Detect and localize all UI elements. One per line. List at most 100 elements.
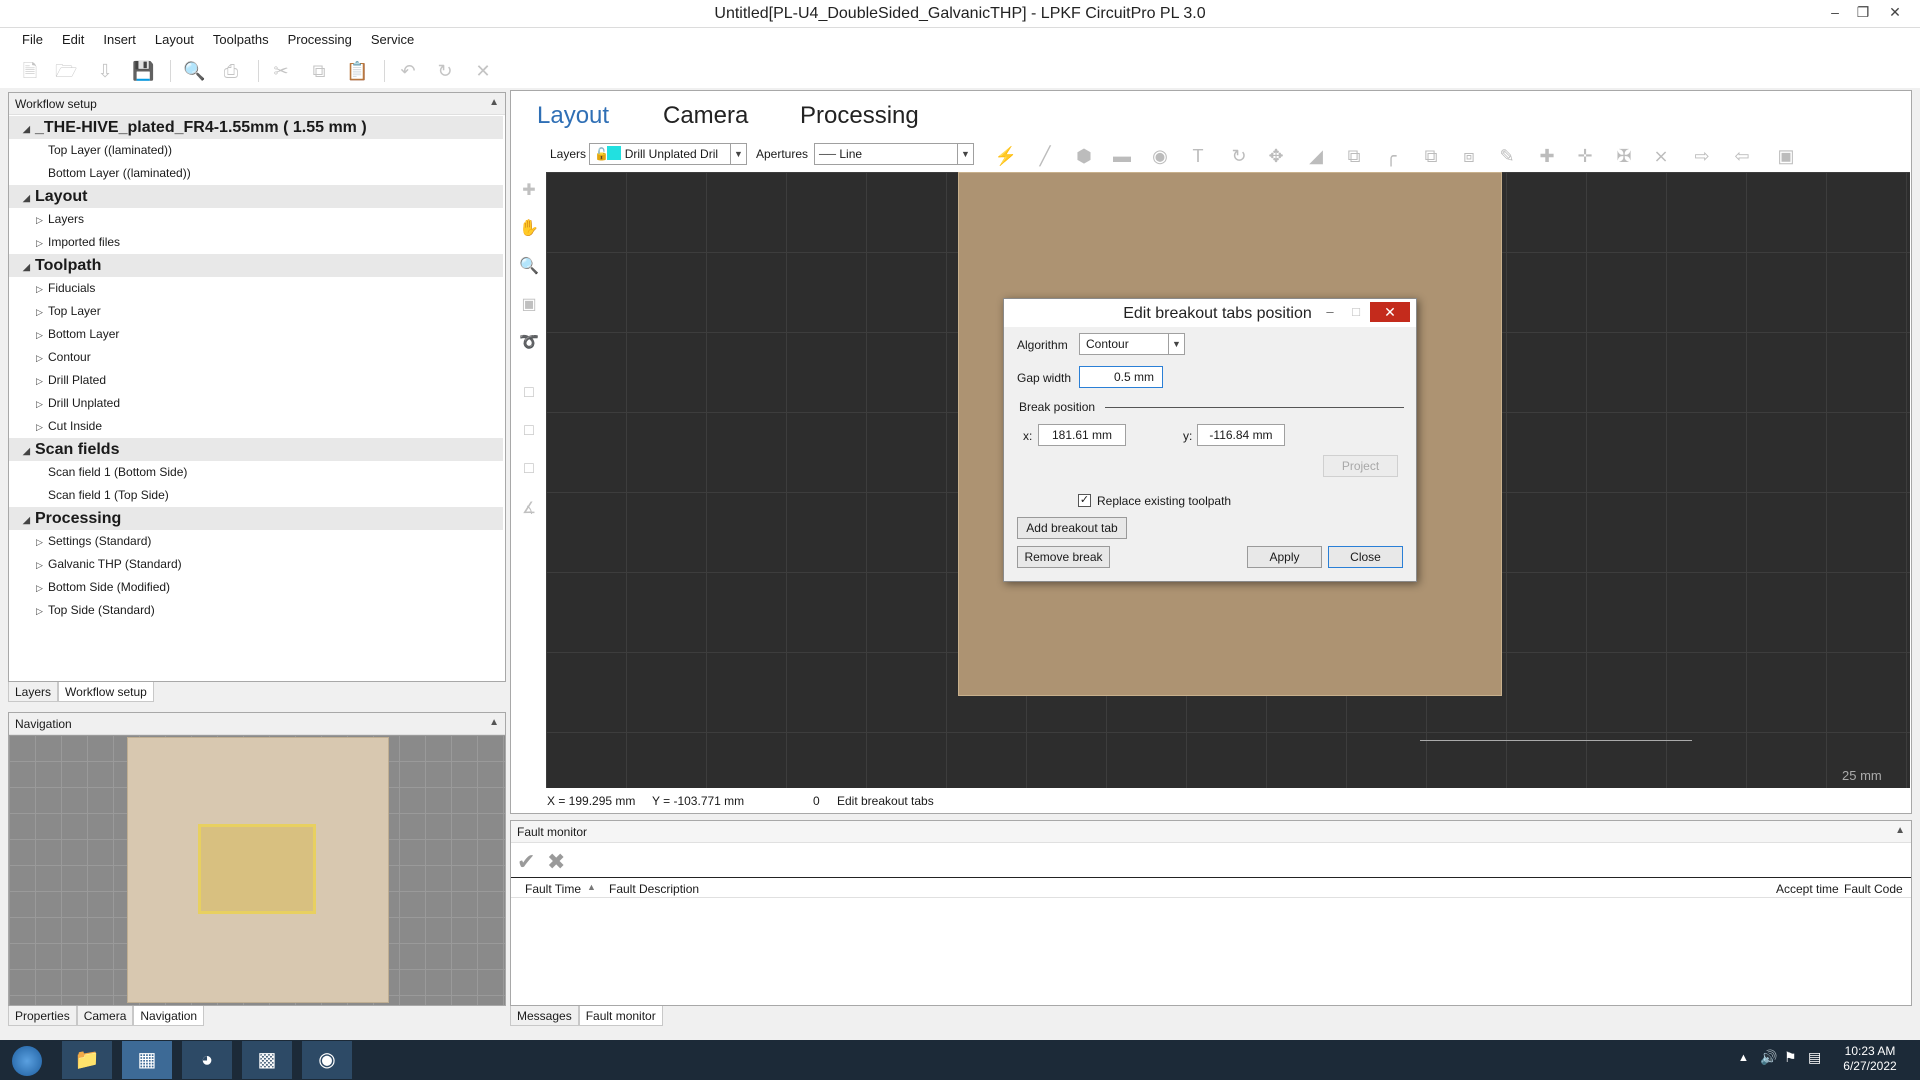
tree-item[interactable]: Bottom Layer ((laminated)) — [9, 162, 503, 185]
column-accept-time[interactable]: Accept time — [1776, 882, 1839, 896]
rectangle-icon[interactable]: ▬ — [1110, 145, 1134, 167]
menu-processing[interactable]: Processing — [278, 28, 361, 47]
circle-icon[interactable]: ◉ — [1148, 145, 1172, 167]
remove-break-button[interactable]: Remove break — [1017, 546, 1110, 568]
print-preview-icon[interactable]: 🔍 — [183, 60, 205, 82]
delete-icon[interactable]: ✕ — [472, 60, 494, 82]
column-fault-code[interactable]: Fault Code — [1844, 882, 1903, 896]
select-rect-2-icon[interactable]: □ — [518, 420, 540, 442]
tree-item[interactable]: ▷ Contour — [9, 346, 503, 369]
column-fault-time[interactable]: Fault Time — [525, 882, 581, 896]
arc-icon[interactable]: ╭ — [1379, 145, 1403, 167]
tab-layout[interactable]: Layout — [537, 102, 609, 130]
paste-icon[interactable]: 📋 — [346, 60, 368, 82]
node-edit-icon[interactable]: ✛ — [1573, 145, 1597, 167]
pan-hand-icon[interactable]: ✋ — [518, 218, 540, 240]
tree-item[interactable]: Scan field 1 (Bottom Side) — [9, 461, 503, 484]
tree-category-scan-fields[interactable]: ◢ Scan fields — [9, 438, 503, 461]
start-icon[interactable] — [2, 1041, 52, 1079]
tree-item[interactable]: ▷ Top Layer — [9, 300, 503, 323]
tab-processing[interactable]: Processing — [800, 102, 919, 130]
tray-up-icon[interactable]: ▲ — [1738, 1052, 1749, 1064]
tree-item[interactable]: ▷ Settings (Standard) — [9, 530, 503, 553]
volume-icon[interactable]: 🔊 — [1760, 1049, 1777, 1066]
import-layer-icon[interactable]: ⇦ — [1730, 145, 1754, 167]
frame-icon[interactable]: ▣ — [1774, 145, 1798, 167]
algorithm-select[interactable]: Contour ▼ — [1079, 333, 1185, 355]
tray-clock[interactable]: 10:23 AM 6/27/2022 — [1832, 1044, 1908, 1074]
undo-icon[interactable]: ↶ — [397, 60, 419, 82]
tree-item[interactable]: ▷ Layers — [9, 208, 503, 231]
remote-desktop-icon[interactable]: ▩ — [242, 1041, 292, 1079]
close-window-button[interactable]: ✕ — [1880, 2, 1910, 22]
break-icon[interactable]: ⨯ — [1649, 145, 1673, 167]
y-position-input[interactable]: -116.84 mm — [1197, 424, 1285, 446]
rotate-icon[interactable]: ↻ — [1227, 145, 1251, 167]
menu-insert[interactable]: Insert — [93, 28, 145, 47]
dialog-close-icon[interactable]: ✕ — [1370, 302, 1410, 322]
tab-workflow-setup[interactable]: Workflow setup — [58, 682, 154, 702]
pin-icon[interactable]: ▲ — [489, 97, 499, 108]
select-rect-3-icon[interactable]: □ — [518, 458, 540, 480]
dialog-maximize-icon[interactable]: □ — [1344, 302, 1368, 322]
lasso-icon[interactable]: ➰ — [518, 332, 540, 354]
project-button[interactable]: Project — [1323, 455, 1398, 477]
lightning-icon[interactable]: ⚡ — [994, 145, 1018, 167]
zoom-icon[interactable]: 🔍 — [518, 256, 540, 278]
export-icon[interactable]: ⇨ — [1690, 145, 1714, 167]
crosshair-icon[interactable]: ✚ — [518, 180, 540, 202]
column-fault-description[interactable]: Fault Description — [609, 882, 699, 896]
move-icon[interactable]: ✥ — [1264, 145, 1288, 167]
tree-item[interactable]: ▷ Bottom Side (Modified) — [9, 576, 503, 599]
align-icon[interactable]: ✚ — [1535, 145, 1559, 167]
accept-check-icon[interactable]: ✔ — [517, 849, 535, 875]
navigation-preview[interactable] — [9, 735, 505, 1005]
close-button[interactable]: Close — [1328, 546, 1403, 568]
union-icon[interactable]: ⧉ — [1419, 145, 1443, 167]
split-icon[interactable]: ✠ — [1612, 145, 1636, 167]
tree-item[interactable]: ▷ Cut Inside — [9, 415, 503, 438]
file-explorer-icon[interactable]: 📁 — [62, 1041, 112, 1079]
mirror-icon[interactable]: ◢ — [1304, 145, 1328, 167]
tree-item[interactable]: ▷ Galvanic THP (Standard) — [9, 553, 503, 576]
tab-fault-monitor[interactable]: Fault monitor — [578, 1006, 663, 1026]
import-icon[interactable]: ⇩ — [94, 60, 116, 82]
text-icon[interactable]: T — [1186, 145, 1210, 167]
edge-icon[interactable]: ◕ — [182, 1041, 232, 1079]
menu-file[interactable]: File — [0, 28, 52, 47]
tree-item[interactable]: ▷ Drill Unplated — [9, 392, 503, 415]
tab-layers[interactable]: Layers — [8, 682, 59, 702]
network-icon[interactable]: ▤ — [1808, 1049, 1821, 1066]
gap-width-input[interactable]: 0.5 mm — [1079, 366, 1163, 388]
flag-icon[interactable]: ⚑ — [1784, 1049, 1797, 1066]
restore-button[interactable]: ❐ — [1848, 2, 1878, 22]
dialog-minimize-icon[interactable]: – — [1318, 302, 1342, 322]
x-position-input[interactable]: 181.61 mm — [1038, 424, 1126, 446]
tab-navigation[interactable]: Navigation — [133, 1006, 205, 1026]
polygon-icon[interactable]: ⬢ — [1072, 145, 1096, 167]
tab-camera[interactable]: Camera — [76, 1006, 134, 1026]
menu-toolpaths[interactable]: Toolpaths — [203, 28, 278, 47]
tree-category-processing[interactable]: ◢ Processing — [9, 507, 503, 530]
layer-select[interactable]: 🔓 Drill Unplated Dril ▼ — [589, 143, 747, 165]
menu-edit[interactable]: Edit — [52, 28, 93, 47]
menu-service[interactable]: Service — [361, 28, 423, 47]
apply-button[interactable]: Apply — [1247, 546, 1322, 568]
line-icon[interactable]: ╱ — [1033, 145, 1057, 167]
pin-icon[interactable]: ▲ — [1895, 825, 1905, 836]
tree-category-toolpath[interactable]: ◢ Toolpath — [9, 254, 503, 277]
tree-item[interactable]: Top Layer ((laminated)) — [9, 139, 503, 162]
tree-item[interactable]: ▷ Bottom Layer — [9, 323, 503, 346]
subtract-icon[interactable]: ⧈ — [1457, 145, 1481, 167]
tree-category-layout[interactable]: ◢ Layout — [9, 185, 503, 208]
redo-icon[interactable]: ↻ — [434, 60, 456, 82]
tab-camera-main[interactable]: Camera — [663, 102, 748, 130]
tab-messages[interactable]: Messages — [510, 1006, 579, 1026]
add-breakout-tab-button[interactable]: Add breakout tab — [1017, 517, 1127, 539]
tree-item[interactable]: ▷ Top Side (Standard) — [9, 599, 503, 622]
minimize-button[interactable]: – — [1820, 2, 1850, 22]
tab-properties[interactable]: Properties — [8, 1006, 77, 1026]
menu-layout[interactable]: Layout — [145, 28, 203, 47]
zoom-extents-icon[interactable]: ▣ — [518, 294, 540, 316]
scale-icon[interactable]: ⧉ — [1342, 145, 1366, 167]
